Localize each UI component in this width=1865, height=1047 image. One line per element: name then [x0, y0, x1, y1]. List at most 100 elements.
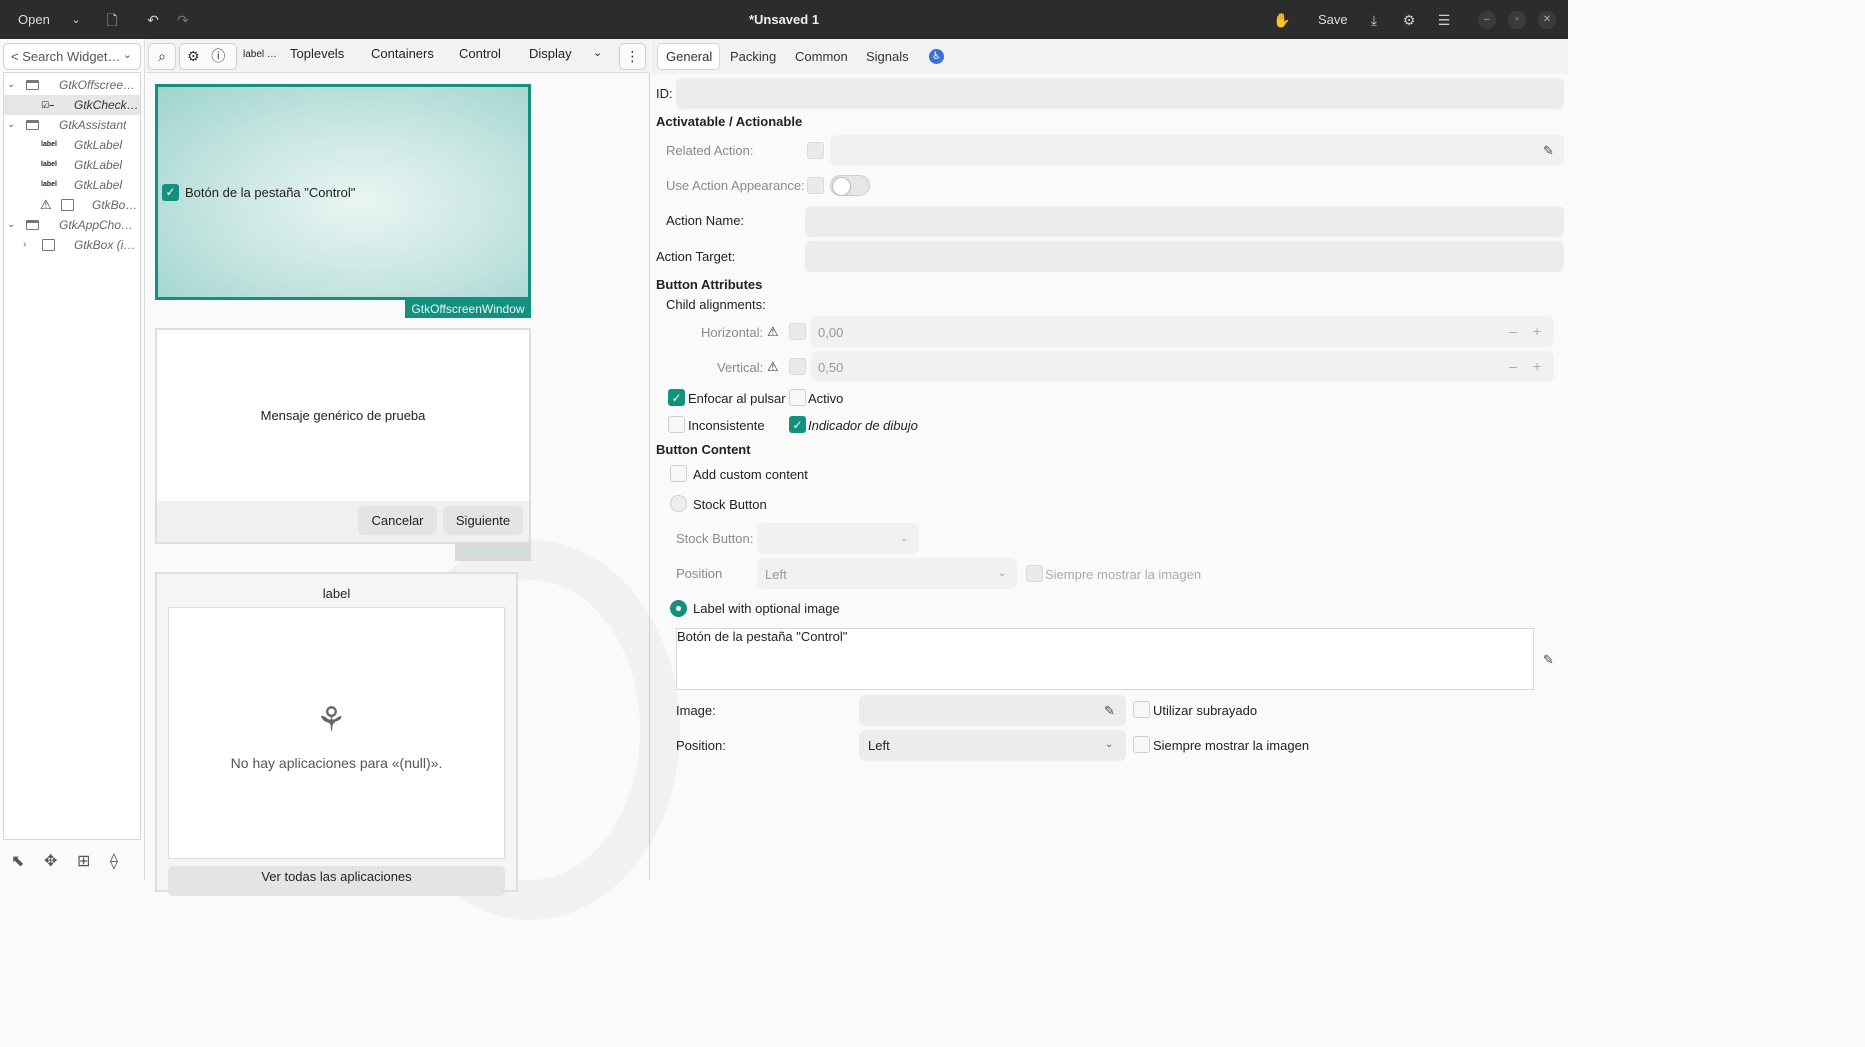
always-show-image-dim-checkbox[interactable] [1026, 565, 1043, 582]
chevron-down-icon[interactable]: ⌄ [123, 48, 132, 61]
section-actionable: Activatable / Actionable [656, 114, 803, 129]
palette-label-item[interactable]: label … [243, 49, 277, 60]
use-action-appearance-label: Use Action Appearance: [666, 178, 805, 193]
label-with-image-radio[interactable] [670, 600, 687, 617]
edit-icon[interactable]: ✎ [1543, 143, 1554, 159]
tab-packing[interactable]: Packing [730, 49, 776, 64]
section-button-attributes: Button Attributes [656, 277, 763, 292]
palette-display[interactable]: Display [529, 46, 572, 61]
margins-icon[interactable]: ⊞ [77, 851, 90, 871]
checkbox-checked[interactable]: ✓ [162, 184, 179, 201]
always-show-image-checkbox[interactable] [1133, 736, 1150, 753]
palette-containers[interactable]: Containers [371, 46, 434, 61]
no-apps-icon: ⚘ [316, 701, 347, 739]
minus-icon[interactable]: – [1509, 323, 1517, 339]
expander-icon[interactable]: ⌄ [7, 215, 17, 235]
vertical-checkbox[interactable] [789, 358, 806, 375]
edit-icon[interactable]: ✎ [1104, 703, 1115, 719]
edit-icon[interactable]: ✎ [1543, 652, 1554, 668]
horizontal-spin[interactable] [811, 316, 1554, 347]
image-label: Image: [676, 703, 716, 718]
tree-toolbar: ⬉ ✥ ⊞ ⟠ [3, 845, 141, 877]
search-widget-input[interactable]: < Search Widget… ⌄ [3, 43, 141, 70]
image-input[interactable] [859, 695, 1126, 726]
tree-label: GtkCheck… [74, 98, 139, 112]
palette-toplevels[interactable]: Toplevels [290, 46, 344, 61]
widget-tree: ⌄ GtkOffscree… ☑– GtkCheck… ⌄ GtkAssista… [3, 72, 141, 840]
use-action-appearance-switch[interactable] [830, 175, 870, 196]
tab-general[interactable]: General [666, 49, 712, 64]
child-alignments-label: Child alignments: [666, 297, 766, 312]
use-underline-checkbox[interactable] [1133, 701, 1150, 718]
action-target-input[interactable] [805, 241, 1564, 272]
tree-row[interactable]: label GtkLabel [4, 135, 140, 155]
tree-row[interactable]: ⚠ GtkBo… [4, 195, 140, 215]
horizontal-value: 0,00 [818, 325, 844, 340]
label-icon: label [41, 161, 57, 168]
save-button[interactable]: Save [1318, 0, 1348, 39]
related-action-checkbox[interactable] [807, 142, 824, 159]
gear-icon[interactable]: ⚙ [1400, 11, 1418, 29]
accessibility-icon[interactable]: ♿ [929, 49, 944, 64]
pointer-icon[interactable]: ⬉ [11, 851, 24, 871]
add-custom-content-checkbox[interactable] [670, 465, 687, 482]
property-tabs [651, 39, 1568, 74]
action-target-label: Action Target: [656, 249, 736, 264]
download-icon[interactable]: ⤓ [1365, 11, 1383, 29]
maximize-button[interactable]: ▫ [1508, 11, 1526, 29]
chevron-down-icon[interactable]: ⌄ [593, 46, 602, 59]
tree-row[interactable]: label GtkLabel [4, 175, 140, 195]
expander-icon[interactable]: ⌄ [7, 75, 17, 95]
see-all-apps-button[interactable]: Ver todas las aplicaciones [168, 866, 505, 896]
id-label: ID: [656, 86, 673, 101]
tree-row[interactable]: ⌄ GtkAppCho… [4, 215, 140, 235]
tree-label: GtkLabel [74, 138, 123, 152]
tree-label: GtkOffscree… [59, 78, 136, 92]
related-action-input[interactable] [830, 135, 1564, 166]
tree-row[interactable]: ⌄ GtkOffscree… [4, 75, 140, 95]
stock-button-radio[interactable] [670, 495, 687, 512]
label-with-image-label: Label with optional image [693, 601, 840, 616]
label-icon: label [41, 181, 57, 188]
align-icon[interactable]: ⟠ [110, 851, 118, 871]
id-input[interactable] [676, 78, 1564, 109]
tree-row[interactable]: ☑– GtkCheck… [4, 95, 140, 115]
stock-button-dropdown[interactable] [757, 523, 919, 554]
horizontal-label: Horizontal: [701, 325, 764, 340]
drag-resize-icon[interactable]: ✥ [44, 851, 57, 871]
assistant-message: Mensaje genérico de prueba [260, 408, 426, 423]
palette-control[interactable]: Control [459, 46, 501, 61]
use-action-appearance-checkbox[interactable] [807, 177, 824, 194]
settings-group[interactable]: ⚙ ⓘ [179, 43, 237, 70]
more-icon[interactable]: ⋮ [619, 43, 646, 70]
active-checkbox[interactable] [789, 389, 806, 406]
search-icon[interactable]: ⌕ [148, 43, 176, 70]
position-dropdown[interactable] [859, 730, 1126, 761]
vertical-spin[interactable] [811, 351, 1554, 382]
cancel-button[interactable]: Cancelar [358, 506, 437, 535]
focus-on-click-checkbox[interactable]: ✓ [668, 389, 685, 406]
next-button[interactable]: Siguiente [443, 506, 523, 535]
active-label: Activo [808, 391, 844, 406]
window-icon [26, 80, 39, 90]
expander-collapsed-icon[interactable]: › [23, 235, 33, 255]
tree-row[interactable]: › GtkBox (i… [4, 235, 140, 255]
action-name-input[interactable] [805, 206, 1564, 237]
position-dim-dropdown[interactable] [757, 558, 1017, 589]
tree-row[interactable]: ⌄ GtkAssistant [4, 115, 140, 135]
plus-icon[interactable]: + [1533, 323, 1541, 339]
tab-signals[interactable]: Signals [866, 49, 909, 64]
inconsistent-checkbox[interactable] [668, 416, 685, 433]
plus-icon[interactable]: + [1533, 358, 1541, 374]
tree-row[interactable]: label GtkLabel [4, 155, 140, 175]
tab-common[interactable]: Common [795, 49, 848, 64]
minimize-button[interactable]: – [1478, 11, 1496, 29]
label-text-value: Botón de la pestaña "Control" [677, 629, 848, 644]
draw-indicator-checkbox[interactable]: ✓ [789, 416, 806, 433]
expander-icon[interactable]: ⌄ [7, 115, 17, 135]
close-button[interactable]: ✕ [1538, 11, 1556, 29]
menu-icon[interactable]: ☰ [1435, 11, 1453, 29]
horizontal-checkbox[interactable] [789, 323, 806, 340]
minus-icon[interactable]: – [1509, 358, 1517, 374]
hand-icon[interactable]: ✋ [1273, 11, 1291, 29]
